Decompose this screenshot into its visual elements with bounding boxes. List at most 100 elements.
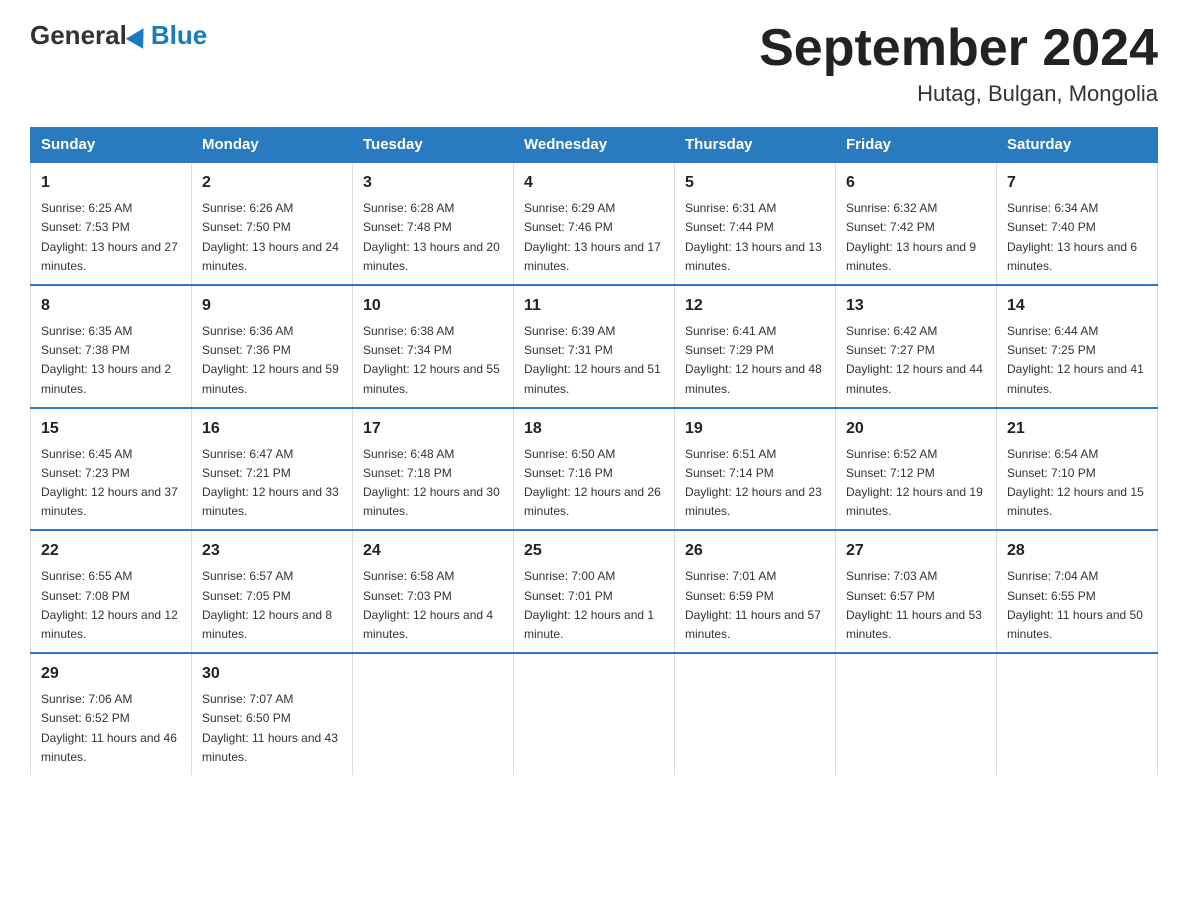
logo-blue-part: Blue [127, 20, 207, 51]
day-info: Sunrise: 7:07 AMSunset: 6:50 PMDaylight:… [202, 692, 338, 764]
day-info: Sunrise: 6:58 AMSunset: 7:03 PMDaylight:… [363, 569, 493, 641]
day-number: 9 [202, 294, 342, 318]
day-info: Sunrise: 6:44 AMSunset: 7:25 PMDaylight:… [1007, 324, 1144, 396]
day-number: 7 [1007, 171, 1147, 195]
calendar-cell: 24 Sunrise: 6:58 AMSunset: 7:03 PMDaylig… [353, 530, 514, 653]
calendar-cell: 27 Sunrise: 7:03 AMSunset: 6:57 PMDaylig… [836, 530, 997, 653]
day-number: 19 [685, 417, 825, 441]
day-info: Sunrise: 7:06 AMSunset: 6:52 PMDaylight:… [41, 692, 177, 764]
calendar-cell: 8 Sunrise: 6:35 AMSunset: 7:38 PMDayligh… [31, 285, 192, 408]
day-number: 8 [41, 294, 181, 318]
day-info: Sunrise: 6:32 AMSunset: 7:42 PMDaylight:… [846, 201, 976, 273]
calendar-cell [353, 653, 514, 775]
day-info: Sunrise: 7:03 AMSunset: 6:57 PMDaylight:… [846, 569, 982, 641]
calendar-cell: 21 Sunrise: 6:54 AMSunset: 7:10 PMDaylig… [997, 408, 1158, 531]
logo-blue-text: Blue [151, 20, 207, 51]
logo-triangle-icon [126, 23, 152, 49]
calendar-cell [514, 653, 675, 775]
calendar-cell: 11 Sunrise: 6:39 AMSunset: 7:31 PMDaylig… [514, 285, 675, 408]
day-number: 20 [846, 417, 986, 441]
day-number: 1 [41, 171, 181, 195]
calendar-day-header: Monday [192, 128, 353, 163]
calendar-cell: 14 Sunrise: 6:44 AMSunset: 7:25 PMDaylig… [997, 285, 1158, 408]
day-info: Sunrise: 6:39 AMSunset: 7:31 PMDaylight:… [524, 324, 661, 396]
day-number: 22 [41, 539, 181, 563]
day-info: Sunrise: 7:01 AMSunset: 6:59 PMDaylight:… [685, 569, 821, 641]
day-info: Sunrise: 6:31 AMSunset: 7:44 PMDaylight:… [685, 201, 822, 273]
calendar-day-header: Friday [836, 128, 997, 163]
calendar-week-row: 15 Sunrise: 6:45 AMSunset: 7:23 PMDaylig… [31, 408, 1158, 531]
calendar-cell: 29 Sunrise: 7:06 AMSunset: 6:52 PMDaylig… [31, 653, 192, 775]
calendar-cell: 25 Sunrise: 7:00 AMSunset: 7:01 PMDaylig… [514, 530, 675, 653]
calendar-week-row: 8 Sunrise: 6:35 AMSunset: 7:38 PMDayligh… [31, 285, 1158, 408]
calendar-cell: 15 Sunrise: 6:45 AMSunset: 7:23 PMDaylig… [31, 408, 192, 531]
calendar-cell: 10 Sunrise: 6:38 AMSunset: 7:34 PMDaylig… [353, 285, 514, 408]
calendar-cell: 28 Sunrise: 7:04 AMSunset: 6:55 PMDaylig… [997, 530, 1158, 653]
calendar-table: SundayMondayTuesdayWednesdayThursdayFrid… [30, 127, 1158, 775]
day-info: Sunrise: 6:29 AMSunset: 7:46 PMDaylight:… [524, 201, 661, 273]
day-info: Sunrise: 6:57 AMSunset: 7:05 PMDaylight:… [202, 569, 332, 641]
day-number: 3 [363, 171, 503, 195]
calendar-cell: 20 Sunrise: 6:52 AMSunset: 7:12 PMDaylig… [836, 408, 997, 531]
day-number: 10 [363, 294, 503, 318]
calendar-cell: 5 Sunrise: 6:31 AMSunset: 7:44 PMDayligh… [675, 162, 836, 285]
day-number: 26 [685, 539, 825, 563]
calendar-cell: 17 Sunrise: 6:48 AMSunset: 7:18 PMDaylig… [353, 408, 514, 531]
logo: General Blue [30, 20, 207, 51]
day-number: 11 [524, 294, 664, 318]
day-info: Sunrise: 6:25 AMSunset: 7:53 PMDaylight:… [41, 201, 178, 273]
calendar-cell: 16 Sunrise: 6:47 AMSunset: 7:21 PMDaylig… [192, 408, 353, 531]
calendar-cell: 7 Sunrise: 6:34 AMSunset: 7:40 PMDayligh… [997, 162, 1158, 285]
day-info: Sunrise: 6:42 AMSunset: 7:27 PMDaylight:… [846, 324, 983, 396]
day-info: Sunrise: 6:54 AMSunset: 7:10 PMDaylight:… [1007, 447, 1144, 519]
calendar-cell: 2 Sunrise: 6:26 AMSunset: 7:50 PMDayligh… [192, 162, 353, 285]
day-info: Sunrise: 7:00 AMSunset: 7:01 PMDaylight:… [524, 569, 654, 641]
day-info: Sunrise: 6:52 AMSunset: 7:12 PMDaylight:… [846, 447, 983, 519]
calendar-cell: 23 Sunrise: 6:57 AMSunset: 7:05 PMDaylig… [192, 530, 353, 653]
day-number: 24 [363, 539, 503, 563]
calendar-cell [675, 653, 836, 775]
calendar-cell: 30 Sunrise: 7:07 AMSunset: 6:50 PMDaylig… [192, 653, 353, 775]
day-number: 6 [846, 171, 986, 195]
calendar-cell: 18 Sunrise: 6:50 AMSunset: 7:16 PMDaylig… [514, 408, 675, 531]
day-number: 29 [41, 662, 181, 686]
day-info: Sunrise: 6:36 AMSunset: 7:36 PMDaylight:… [202, 324, 339, 396]
day-info: Sunrise: 6:28 AMSunset: 7:48 PMDaylight:… [363, 201, 500, 273]
title-block: September 2024 Hutag, Bulgan, Mongolia [759, 20, 1158, 107]
calendar-week-row: 1 Sunrise: 6:25 AMSunset: 7:53 PMDayligh… [31, 162, 1158, 285]
day-info: Sunrise: 6:26 AMSunset: 7:50 PMDaylight:… [202, 201, 339, 273]
day-number: 28 [1007, 539, 1147, 563]
location-title: Hutag, Bulgan, Mongolia [759, 81, 1158, 107]
day-number: 18 [524, 417, 664, 441]
day-number: 2 [202, 171, 342, 195]
day-info: Sunrise: 6:38 AMSunset: 7:34 PMDaylight:… [363, 324, 500, 396]
calendar-day-header: Thursday [675, 128, 836, 163]
month-title: September 2024 [759, 20, 1158, 77]
calendar-cell: 22 Sunrise: 6:55 AMSunset: 7:08 PMDaylig… [31, 530, 192, 653]
calendar-week-row: 29 Sunrise: 7:06 AMSunset: 6:52 PMDaylig… [31, 653, 1158, 775]
day-number: 13 [846, 294, 986, 318]
calendar-cell: 26 Sunrise: 7:01 AMSunset: 6:59 PMDaylig… [675, 530, 836, 653]
calendar-cell: 6 Sunrise: 6:32 AMSunset: 7:42 PMDayligh… [836, 162, 997, 285]
day-number: 15 [41, 417, 181, 441]
calendar-day-header: Sunday [31, 128, 192, 163]
calendar-week-row: 22 Sunrise: 6:55 AMSunset: 7:08 PMDaylig… [31, 530, 1158, 653]
day-number: 21 [1007, 417, 1147, 441]
day-info: Sunrise: 6:35 AMSunset: 7:38 PMDaylight:… [41, 324, 171, 396]
page-header: General Blue September 2024 Hutag, Bulga… [30, 20, 1158, 107]
calendar-cell: 13 Sunrise: 6:42 AMSunset: 7:27 PMDaylig… [836, 285, 997, 408]
day-info: Sunrise: 6:47 AMSunset: 7:21 PMDaylight:… [202, 447, 339, 519]
day-number: 17 [363, 417, 503, 441]
day-number: 25 [524, 539, 664, 563]
day-number: 27 [846, 539, 986, 563]
calendar-cell: 12 Sunrise: 6:41 AMSunset: 7:29 PMDaylig… [675, 285, 836, 408]
day-info: Sunrise: 6:41 AMSunset: 7:29 PMDaylight:… [685, 324, 822, 396]
calendar-header-row: SundayMondayTuesdayWednesdayThursdayFrid… [31, 128, 1158, 163]
calendar-cell: 9 Sunrise: 6:36 AMSunset: 7:36 PMDayligh… [192, 285, 353, 408]
calendar-cell: 3 Sunrise: 6:28 AMSunset: 7:48 PMDayligh… [353, 162, 514, 285]
day-info: Sunrise: 6:55 AMSunset: 7:08 PMDaylight:… [41, 569, 178, 641]
day-info: Sunrise: 6:48 AMSunset: 7:18 PMDaylight:… [363, 447, 500, 519]
calendar-cell: 4 Sunrise: 6:29 AMSunset: 7:46 PMDayligh… [514, 162, 675, 285]
day-number: 14 [1007, 294, 1147, 318]
calendar-day-header: Tuesday [353, 128, 514, 163]
